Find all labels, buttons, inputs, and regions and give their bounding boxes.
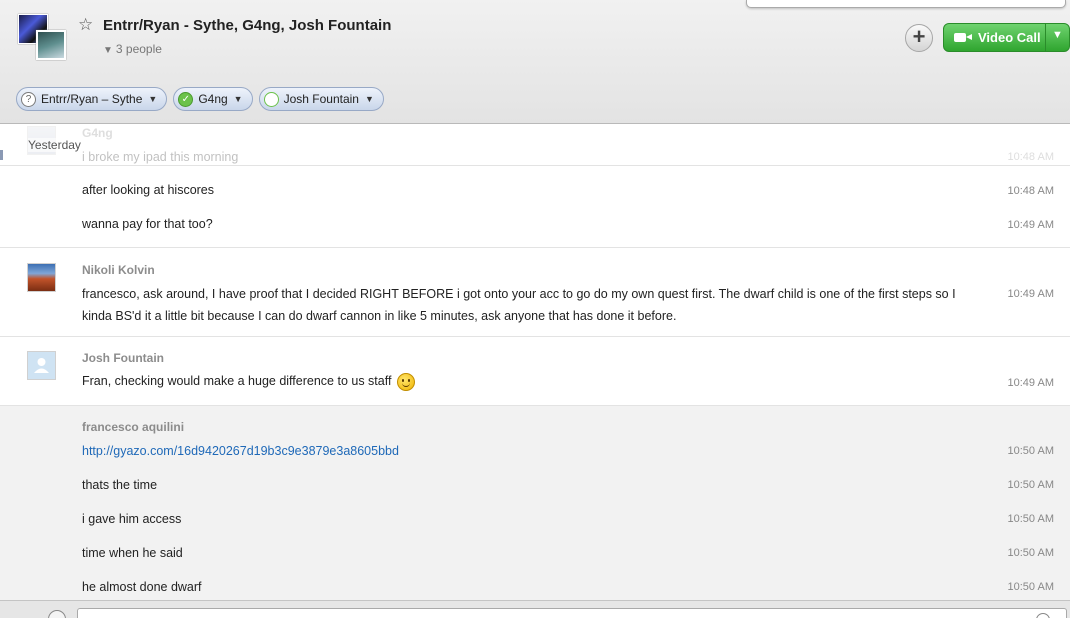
status-unknown-icon: ? bbox=[21, 91, 36, 107]
participant-name: Entrr/Ryan – Sythe bbox=[41, 92, 143, 106]
message-time: 10:50 AM bbox=[1007, 513, 1054, 525]
message-group: after looking at hiscores 10:48 AM wanna… bbox=[0, 166, 1070, 248]
people-count-toggle[interactable]: ▼ 3 people bbox=[103, 42, 162, 56]
message-time: 10:48 AM bbox=[1007, 185, 1054, 197]
sender-name: Nikoli Kolvin bbox=[82, 263, 155, 277]
default-user-icon bbox=[34, 358, 49, 373]
add-people-button[interactable]: + bbox=[905, 24, 933, 52]
participant-name: Josh Fountain bbox=[283, 92, 359, 106]
participant-name: G4ng bbox=[198, 92, 228, 106]
message-time: 10:50 AM bbox=[1007, 581, 1054, 593]
message-row: http://gyazo.com/16d9420267d19b3c9e3879e… bbox=[82, 440, 962, 462]
message-group: Nikoli Kolvin francesco, ask around, I h… bbox=[0, 248, 1070, 337]
message-text: time when he said bbox=[82, 546, 183, 560]
message-time: 10:49 AM bbox=[1007, 377, 1054, 389]
video-call-label: Video Call bbox=[978, 30, 1041, 45]
conversation-header: ☆ Entrr/Ryan - Sythe, G4ng, Josh Fountai… bbox=[0, 0, 1070, 124]
message-text: i broke my ipad this morning bbox=[82, 150, 239, 164]
triangle-down-icon: ▼ bbox=[103, 45, 113, 56]
sender-name: francesco aquilini bbox=[82, 420, 185, 434]
message-text: i gave him access bbox=[82, 512, 182, 526]
popup-edge bbox=[746, 0, 1066, 8]
divider bbox=[1045, 24, 1046, 51]
sender-name: G4ng bbox=[82, 126, 113, 140]
participant-chip-josh-fountain[interactable]: Josh Fountain ▼ bbox=[258, 87, 384, 111]
video-call-button[interactable]: Video Call ▼ bbox=[943, 23, 1070, 52]
avatar bbox=[27, 263, 56, 292]
conversation-title: Entrr/Ryan - Sythe, G4ng, Josh Fountain bbox=[103, 17, 392, 34]
message-group: Josh Fountain Fran, checking would make … bbox=[0, 337, 1070, 406]
chevron-down-icon: ▼ bbox=[233, 94, 243, 104]
attach-icon[interactable] bbox=[48, 610, 66, 618]
message-row: Fran, checking would make a huge differe… bbox=[82, 370, 962, 392]
message-time: 10:50 AM bbox=[1007, 445, 1054, 457]
message-time: 10:50 AM bbox=[1007, 479, 1054, 491]
status-online-icon: ✓ bbox=[178, 91, 194, 107]
scroll-marker bbox=[0, 150, 3, 160]
message-input[interactable] bbox=[77, 608, 1067, 618]
message-time: 10:49 AM bbox=[1007, 219, 1054, 231]
message-list[interactable]: G4ng i broke my ipad this morning 10:48 … bbox=[0, 124, 1070, 600]
group-avatar[interactable] bbox=[18, 14, 68, 62]
message-text: wanna pay for that too? bbox=[82, 217, 213, 231]
message-time: 10:48 AM bbox=[1007, 151, 1054, 163]
message-time: 10:49 AM bbox=[1007, 288, 1054, 300]
participant-chip-g4ng[interactable]: ✓ G4ng ▼ bbox=[173, 87, 253, 111]
avatar bbox=[36, 30, 66, 60]
message-text: he almost done dwarf bbox=[82, 580, 202, 594]
people-count-label: 3 people bbox=[115, 42, 162, 56]
chevron-down-icon: ▼ bbox=[148, 94, 158, 104]
video-camera-icon bbox=[954, 33, 966, 42]
status-offline-icon bbox=[263, 91, 279, 107]
message-group: G4ng i broke my ipad this morning 10:48 … bbox=[0, 124, 1070, 166]
date-divider: Yesterday bbox=[28, 138, 81, 152]
message-link[interactable]: http://gyazo.com/16d9420267d19b3c9e3879e… bbox=[82, 444, 399, 458]
sender-name: Josh Fountain bbox=[82, 351, 164, 365]
message-group: francesco aquilini http://gyazo.com/16d9… bbox=[0, 406, 1070, 600]
compose-bar bbox=[0, 600, 1070, 618]
message-text: Fran, checking would make a huge differe… bbox=[82, 374, 392, 388]
participant-chips: ? Entrr/Ryan – Sythe ▼ ✓ G4ng ▼ Josh Fou… bbox=[16, 87, 384, 111]
smiley-icon bbox=[396, 372, 415, 391]
message-text: thats the time bbox=[82, 478, 158, 492]
message-text: after looking at hiscores bbox=[82, 183, 215, 197]
star-icon[interactable]: ☆ bbox=[78, 15, 93, 35]
message-time: 10:50 AM bbox=[1007, 547, 1054, 559]
avatar bbox=[27, 351, 56, 380]
chevron-down-icon: ▼ bbox=[364, 94, 374, 104]
participant-chip-entrr-ryan[interactable]: ? Entrr/Ryan – Sythe ▼ bbox=[16, 87, 168, 111]
message-text: francesco, ask around, I have proof that… bbox=[82, 287, 956, 323]
chevron-down-icon[interactable]: ▼ bbox=[1052, 29, 1063, 41]
